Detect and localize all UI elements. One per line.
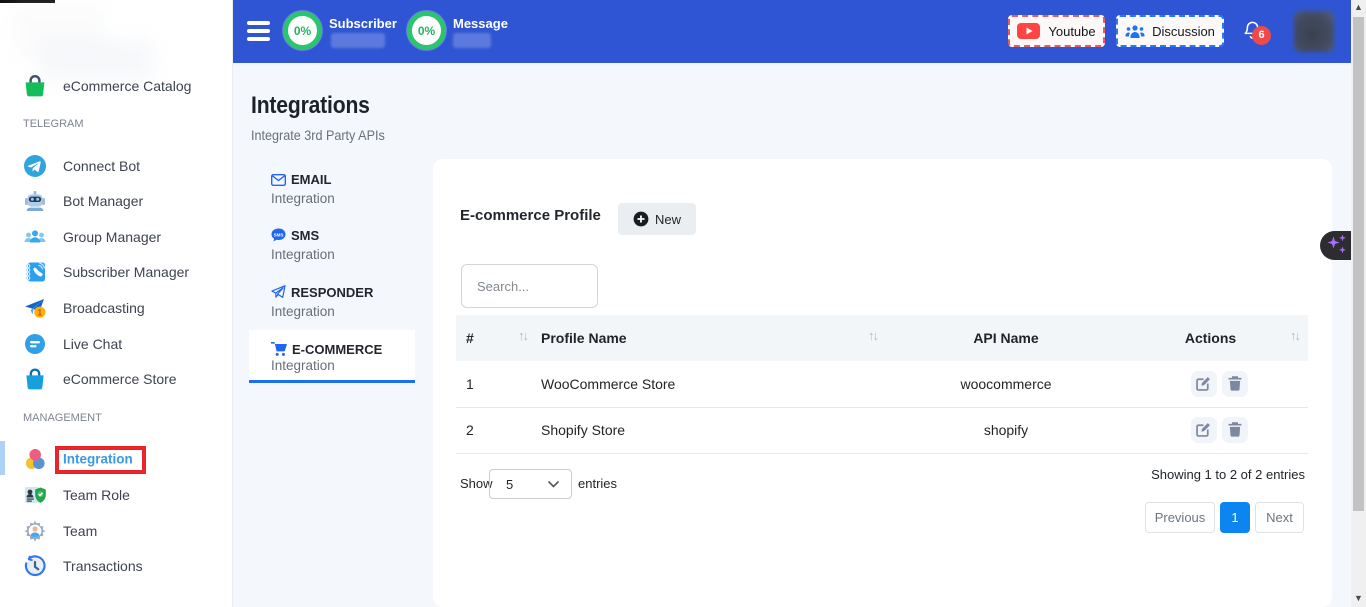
svg-text:1: 1	[37, 307, 42, 317]
svg-text:SMS: SMS	[274, 233, 284, 238]
